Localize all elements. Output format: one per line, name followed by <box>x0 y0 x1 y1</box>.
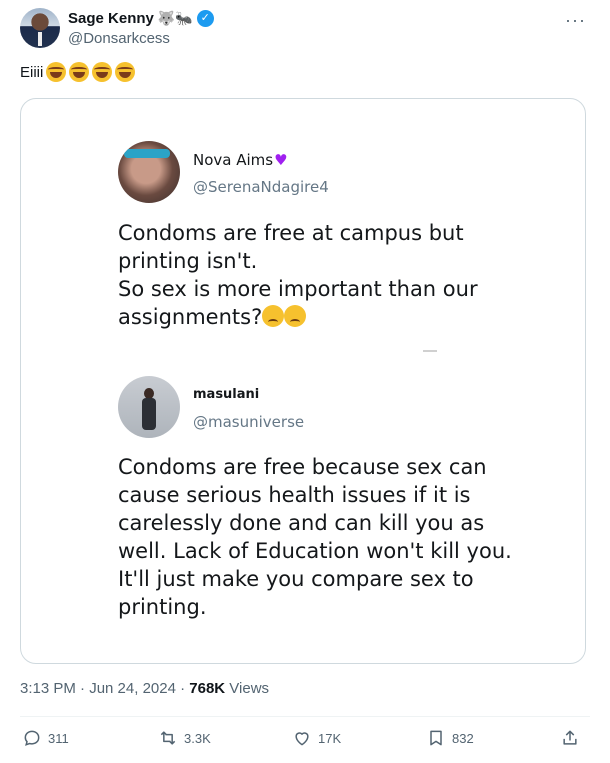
like-count: 17K <box>318 730 342 746</box>
post-time[interactable]: 3:13 PM · Jun 24, 2024 · <box>20 680 189 697</box>
second-reply-line: carelessly done and can kill you as <box>118 511 485 535</box>
second-reply-avatar <box>118 376 180 438</box>
bookmark-button[interactable]: 832 <box>426 728 474 748</box>
first-reply-line-last: assignments? <box>118 303 478 331</box>
tears-of-joy-emoji-icon <box>92 62 113 82</box>
heart-icon <box>295 732 309 746</box>
second-reply-line: well. Lack of Education won't kill you. <box>118 539 512 563</box>
pleading-face-emoji-icon <box>262 305 285 327</box>
second-reply-line: Condoms are free because sex can <box>118 455 487 479</box>
first-reply-name-text: Nova Aims <box>193 151 274 169</box>
first-reply-line: Condoms are free at campus but <box>118 221 464 245</box>
share-icon <box>563 730 577 745</box>
like-button[interactable]: 17K <box>292 728 341 748</box>
author-display-name[interactable]: Sage Kenny <box>68 10 154 27</box>
post-text: Eiiii <box>20 62 136 82</box>
second-reply-line: printing. <box>118 595 207 619</box>
second-reply-line: It'll just make you compare sex to <box>118 567 474 591</box>
first-reply-text: Condoms are free at campus but printing … <box>118 219 478 331</box>
repost-icon <box>160 731 176 745</box>
first-reply-line: So sex is more important than our <box>118 277 478 301</box>
share-button[interactable] <box>560 728 580 748</box>
views-label: Views <box>225 680 270 697</box>
action-bar: 311 3.3K 17K 832 <box>20 728 588 754</box>
first-reply-name: Nova Aims♥ <box>193 151 288 169</box>
tears-of-joy-emoji-icon <box>69 62 90 82</box>
first-reply-line: assignments? <box>118 305 263 329</box>
second-reply-name: masulani <box>193 387 260 402</box>
first-reply-line: printing isn't. <box>118 249 258 273</box>
author-handle[interactable]: @Donsarkcess <box>68 30 170 47</box>
reply-icon <box>24 730 40 746</box>
post-header: Sage Kenny 🐺🐜 ✓ @Donsarkcess ··· <box>20 8 592 52</box>
second-reply-line: cause serious health issues if it is <box>118 483 471 507</box>
post-text-content: Eiiii <box>20 63 44 81</box>
author-avatar[interactable] <box>20 8 60 48</box>
second-reply-handle: @masuniverse <box>193 413 305 431</box>
second-reply-text: Condoms are free because sex can cause s… <box>118 453 512 621</box>
post-media-image[interactable]: Nova Aims♥ @SerenaNdagire4 Condoms are f… <box>20 98 586 664</box>
divider-mark <box>423 350 437 352</box>
confused-face-emoji-icon <box>284 305 307 327</box>
bookmark-icon <box>430 730 442 746</box>
more-options-icon[interactable]: ··· <box>565 10 586 31</box>
author-name-row: Sage Kenny 🐺🐜 ✓ <box>68 10 214 27</box>
first-reply-handle: @SerenaNdagire4 <box>193 178 329 196</box>
purple-heart-icon: ♥ <box>274 151 288 169</box>
views-count: 768K <box>189 680 226 697</box>
repost-count: 3.3K <box>184 730 211 746</box>
divider <box>20 716 590 717</box>
post-timestamp: 3:13 PM · Jun 24, 2024 · 768K Views <box>20 680 269 697</box>
bookmark-count: 832 <box>452 730 474 746</box>
tears-of-joy-emoji-icon <box>115 62 136 82</box>
reply-button[interactable]: 311 <box>22 728 69 748</box>
tears-of-joy-emoji-icon <box>46 62 67 82</box>
repost-button[interactable]: 3.3K <box>158 728 211 748</box>
reply-count: 311 <box>48 730 69 746</box>
author-name-emojis: 🐺🐜 <box>157 10 193 27</box>
verified-badge-icon[interactable]: ✓ <box>196 10 214 27</box>
first-reply-avatar <box>118 141 180 203</box>
